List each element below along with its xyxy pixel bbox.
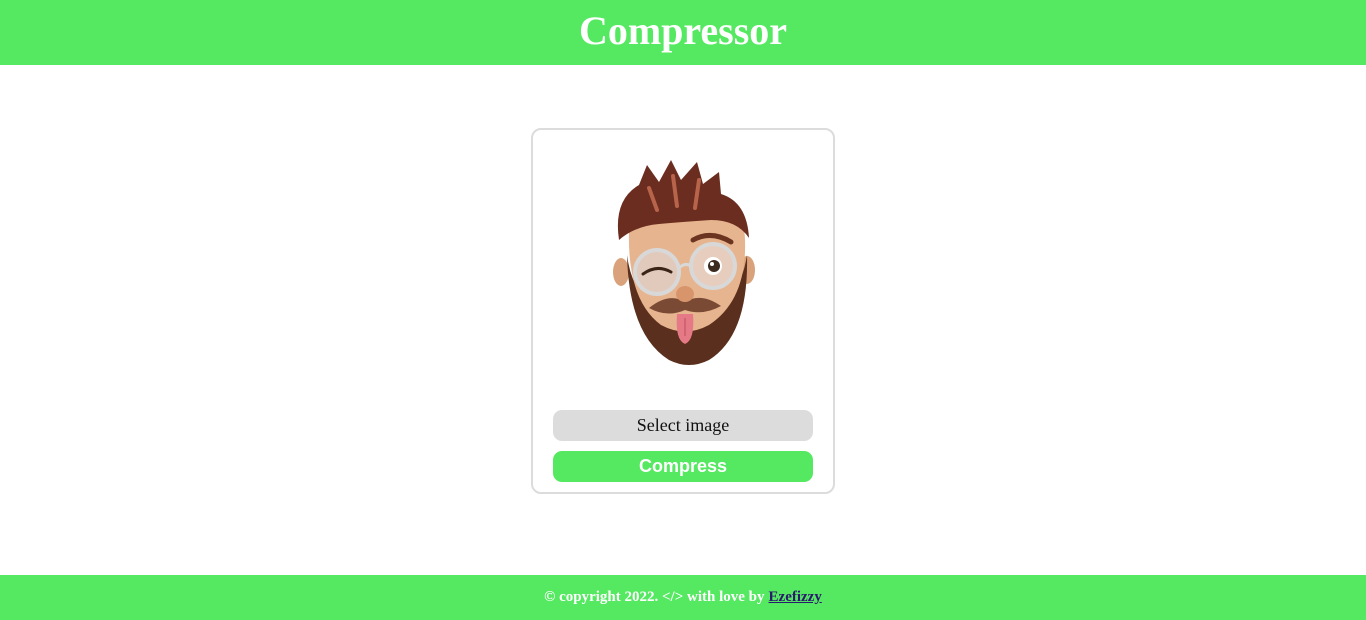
- avatar-nose: [676, 286, 694, 302]
- avatar-pupil: [708, 260, 720, 272]
- compressor-card: Select image Compress: [531, 128, 835, 494]
- avatar-eye-glint: [710, 262, 714, 266]
- author-link[interactable]: Ezefizzy: [769, 589, 822, 606]
- footer-bar: © copyright 2022. </> with love by Ezefi…: [0, 575, 1366, 620]
- avatar-ear-left: [613, 258, 629, 286]
- page: Compressor Select image Compress © copyr…: [0, 0, 1366, 620]
- select-image-button[interactable]: Select image: [553, 410, 813, 441]
- compress-button[interactable]: Compress: [553, 451, 813, 482]
- footer-text: © copyright 2022. </> with love by: [544, 589, 765, 605]
- image-preview: [613, 160, 755, 365]
- page-title: Compressor: [578, 7, 788, 53]
- header-bar: Compressor: [0, 0, 1366, 65]
